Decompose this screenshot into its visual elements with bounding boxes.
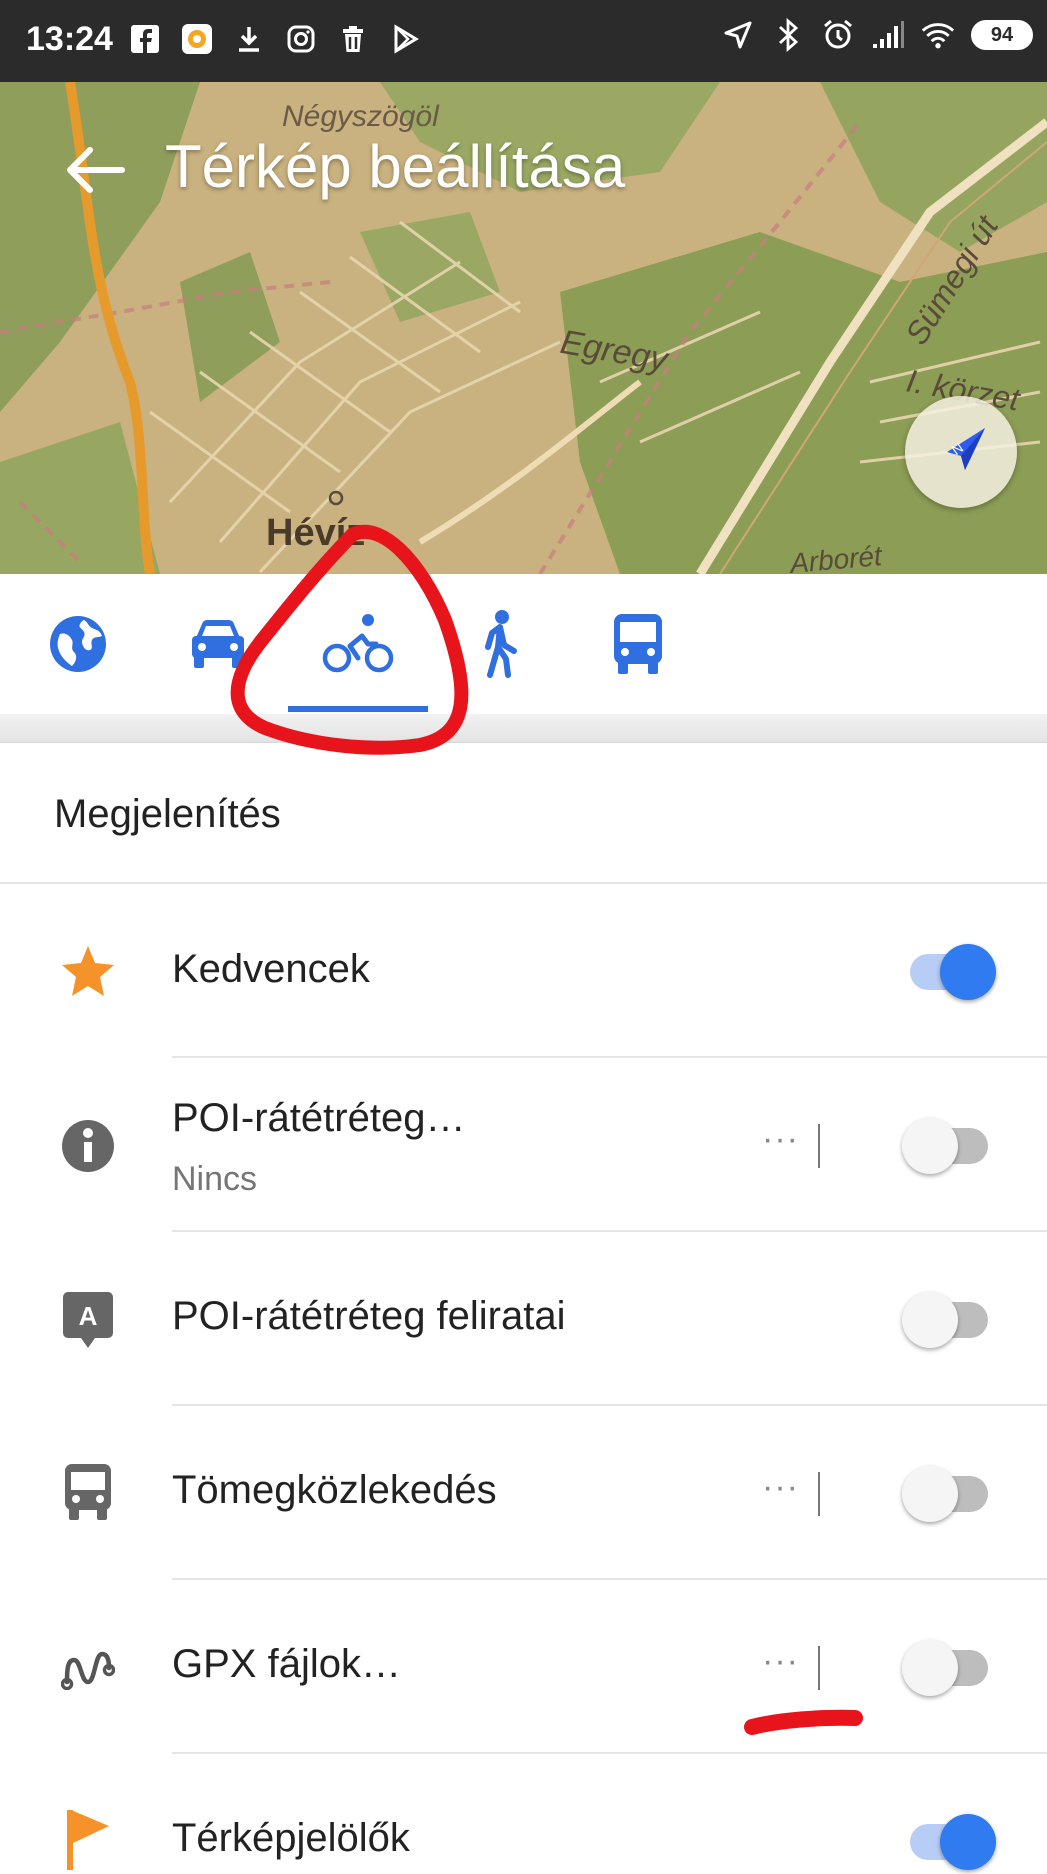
trash-icon <box>336 22 370 56</box>
bus-icon <box>614 614 662 674</box>
row-label: Tömegközlekedés <box>172 1468 497 1512</box>
car-icon <box>192 620 244 668</box>
row-subtitle: Nincs <box>172 1160 258 1198</box>
alarm-icon <box>821 18 855 52</box>
row-label: POI-rátétréteg feliratai <box>172 1294 566 1338</box>
vertical-separator <box>818 1646 820 1690</box>
gpx-files-toggle[interactable] <box>902 1638 994 1696</box>
notification-icons <box>128 22 422 56</box>
section-title: Megjelenítés <box>54 792 281 836</box>
compass-icon: N <box>947 428 985 470</box>
bus-icon <box>60 1464 116 1520</box>
flag-icon <box>60 1810 116 1870</box>
more-button[interactable]: ··· <box>762 1120 799 1159</box>
poi-labels-toggle[interactable] <box>902 1290 994 1348</box>
globe-icon <box>50 616 106 672</box>
selected-tab-indicator <box>288 706 428 712</box>
map-label-negyszog: Négyszögöl <box>282 100 439 133</box>
vertical-separator <box>818 1472 820 1516</box>
row-label: Kedvencek <box>172 947 370 991</box>
app-icon <box>180 22 214 56</box>
wifi-icon <box>921 18 955 52</box>
toggle-thumb <box>902 1640 958 1696</box>
row-label: POI-rátétréteg… <box>172 1096 466 1140</box>
star-icon <box>60 943 116 999</box>
settings-row-transit[interactable]: Tömegközlekedés ··· <box>0 1406 1047 1580</box>
settings-row-map-markers[interactable]: Térképjelölők <box>0 1754 1047 1874</box>
label-icon-letter: A <box>79 1301 98 1331</box>
toggle-thumb <box>940 1814 996 1870</box>
info-icon <box>60 1118 116 1174</box>
instagram-icon <box>284 22 318 56</box>
settings-row-poi-overlay[interactable]: POI-rátétréteg… Nincs ··· <box>0 1058 1047 1232</box>
route-icon <box>60 1640 116 1696</box>
status-time: 13:24 <box>26 20 113 58</box>
facebook-icon <box>128 22 162 56</box>
poi-overlay-toggle[interactable] <box>902 1116 994 1174</box>
walk-icon <box>485 610 517 678</box>
toggle-thumb <box>902 1292 958 1348</box>
settings-row-favorites[interactable]: Kedvencek <box>0 884 1047 1058</box>
system-icons: 94 <box>721 18 1033 52</box>
row-label: Térképjelölők <box>172 1816 410 1860</box>
favorites-toggle[interactable] <box>902 942 996 1000</box>
toggle-thumb <box>902 1118 958 1174</box>
vertical-separator <box>818 1124 820 1168</box>
more-button[interactable]: ··· <box>762 1468 799 1507</box>
location-icon <box>721 18 755 52</box>
back-arrow-icon <box>67 147 125 193</box>
bluetooth-icon <box>771 18 805 52</box>
more-button[interactable]: ··· <box>762 1642 799 1681</box>
transit-toggle[interactable] <box>902 1464 994 1522</box>
toggle-thumb <box>940 944 996 1000</box>
label-icon: A <box>60 1292 116 1348</box>
tab-car[interactable] <box>148 574 288 714</box>
tab-bicycle[interactable] <box>288 574 428 714</box>
tabs-divider <box>0 714 1047 743</box>
settings-row-poi-labels[interactable]: A POI-rátétréteg feliratai <box>0 1232 1047 1406</box>
play-store-icon <box>388 22 422 56</box>
status-bar: 13:24 94 <box>0 0 1047 82</box>
bicycle-icon <box>322 614 394 673</box>
map-markers-toggle[interactable] <box>902 1812 996 1870</box>
row-label: GPX fájlok… <box>172 1642 401 1686</box>
tab-walk[interactable] <box>428 574 568 714</box>
tab-general[interactable] <box>8 574 148 714</box>
signal-icon <box>871 18 905 52</box>
download-icon <box>232 22 266 56</box>
back-button[interactable] <box>60 140 130 200</box>
page-title: Térkép beállítása <box>165 133 626 200</box>
tab-transit[interactable] <box>568 574 708 714</box>
battery-icon: 94 <box>971 20 1033 50</box>
settings-row-gpx-files[interactable]: GPX fájlok… ··· <box>0 1580 1047 1754</box>
mode-tabs <box>0 574 1047 714</box>
map-label-heviz: Hévíz <box>266 512 366 554</box>
compass-button[interactable]: N <box>905 396 1017 508</box>
toggle-thumb <box>902 1466 958 1522</box>
screen: 13:24 94 Négyszögöl Egregy Sümegi út I. … <box>0 0 1047 1874</box>
